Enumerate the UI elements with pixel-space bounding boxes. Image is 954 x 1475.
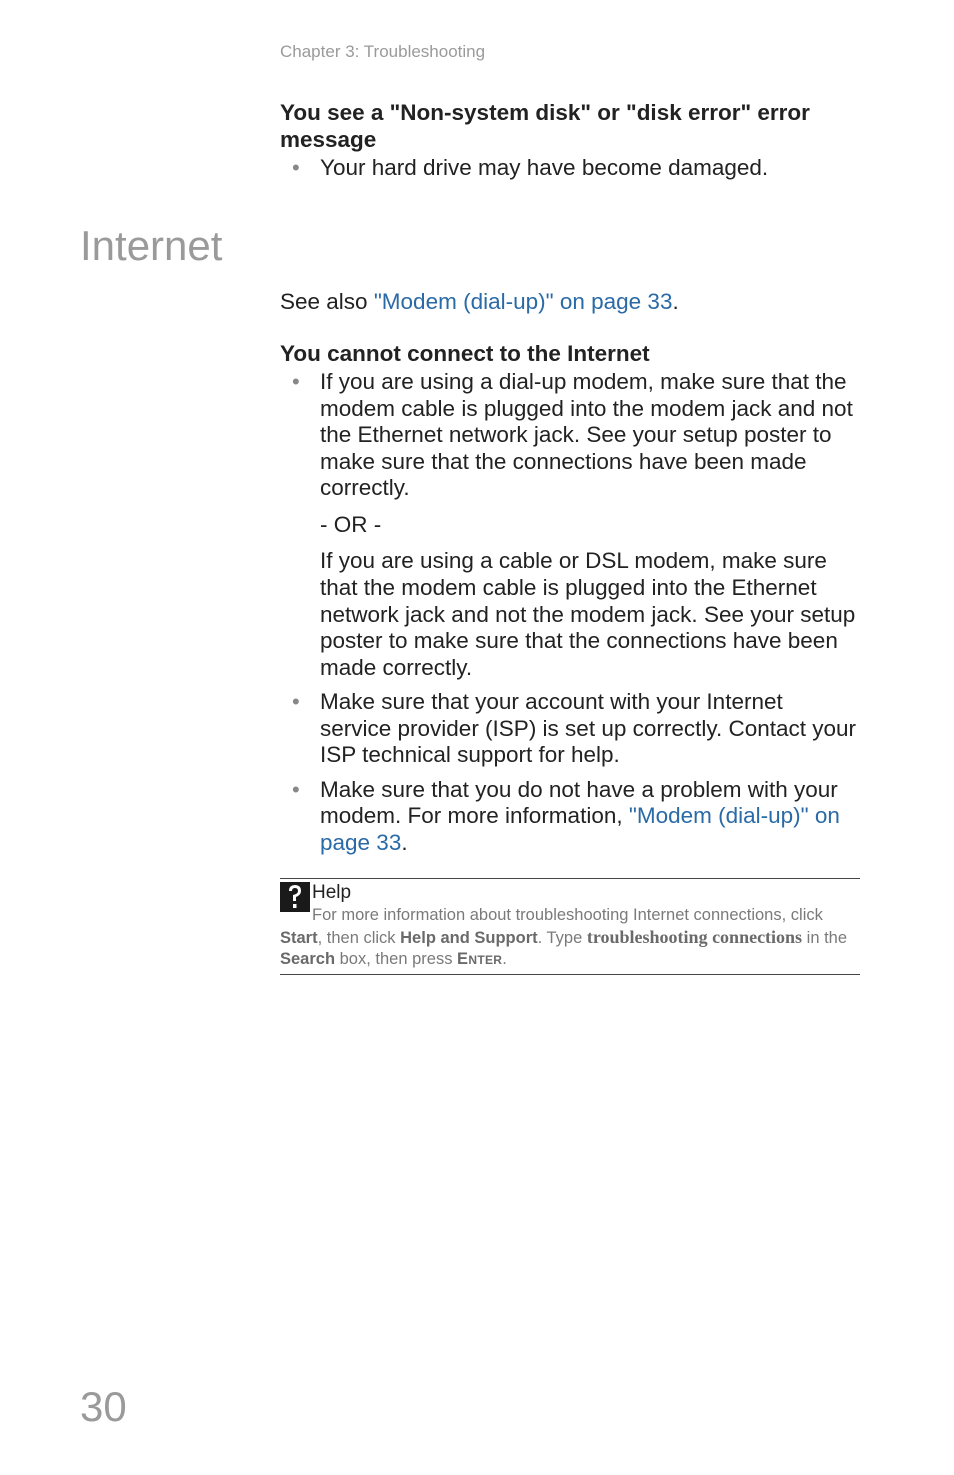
help-text-part: in the: [802, 929, 847, 947]
bullet-text: If you are using a dial-up modem, make s…: [320, 369, 860, 502]
help-text-part: For more information about troubleshooti…: [312, 906, 823, 924]
content-block-1: You see a "Non-system disk" or "disk err…: [280, 100, 860, 182]
help-icon-wrap: [280, 881, 312, 912]
help-has-keyword: Help and Support: [400, 929, 538, 947]
error-heading-nonsystem: You see a "Non-system disk" or "disk err…: [280, 100, 860, 153]
help-search-keyword: Search: [280, 950, 335, 968]
or-separator: - OR -: [320, 512, 860, 539]
help-callout: Help For more information about troubles…: [280, 878, 860, 975]
help-text-part: , then click: [318, 929, 401, 947]
help-enter-key: Enter: [457, 950, 502, 968]
section-title-internet: Internet: [80, 222, 954, 270]
list-item: If you are using a dial-up modem, make s…: [320, 369, 860, 681]
help-start-keyword: Start: [280, 929, 318, 947]
list-item: Make sure that you do not have a problem…: [320, 777, 860, 857]
content-block-2: See also "Modem (dial-up)" on page 33. Y…: [280, 288, 860, 976]
bullet-list-1: Your hard drive may have become damaged.: [280, 155, 860, 182]
bullet-text: Make sure that your account with your In…: [320, 689, 856, 767]
bullet-list-2: If you are using a dial-up modem, make s…: [280, 369, 860, 856]
question-mark-icon: [280, 882, 310, 912]
help-title: Help: [312, 881, 351, 905]
bullet-text-continuation: If you are using a cable or DSL modem, m…: [320, 548, 860, 681]
see-also-line: See also "Modem (dial-up)" on page 33.: [280, 288, 860, 315]
bullet-text: Your hard drive may have become damaged.: [320, 155, 768, 180]
list-item: Make sure that your account with your In…: [320, 689, 860, 769]
help-text: Help For more information about troubles…: [280, 881, 860, 970]
help-search-term: troubleshooting connections: [587, 927, 802, 947]
page-number: 30: [80, 1383, 127, 1431]
see-also-prefix: See also: [280, 289, 374, 314]
cannot-connect-heading: You cannot connect to the Internet: [280, 341, 860, 368]
help-text-part: box, then press: [335, 950, 457, 968]
help-text-part: . Type: [538, 929, 587, 947]
list-item: Your hard drive may have become damaged.: [320, 155, 860, 182]
page-container: Chapter 3: Troubleshooting You see a "No…: [0, 0, 954, 1475]
help-body: For more information about troubleshooti…: [280, 906, 847, 968]
bullet-text-suffix: .: [401, 830, 407, 855]
modem-link[interactable]: "Modem (dial-up)" on page 33: [374, 289, 673, 314]
chapter-header: Chapter 3: Troubleshooting: [280, 42, 954, 62]
see-also-suffix: .: [672, 289, 678, 314]
help-text-part: .: [502, 950, 507, 968]
